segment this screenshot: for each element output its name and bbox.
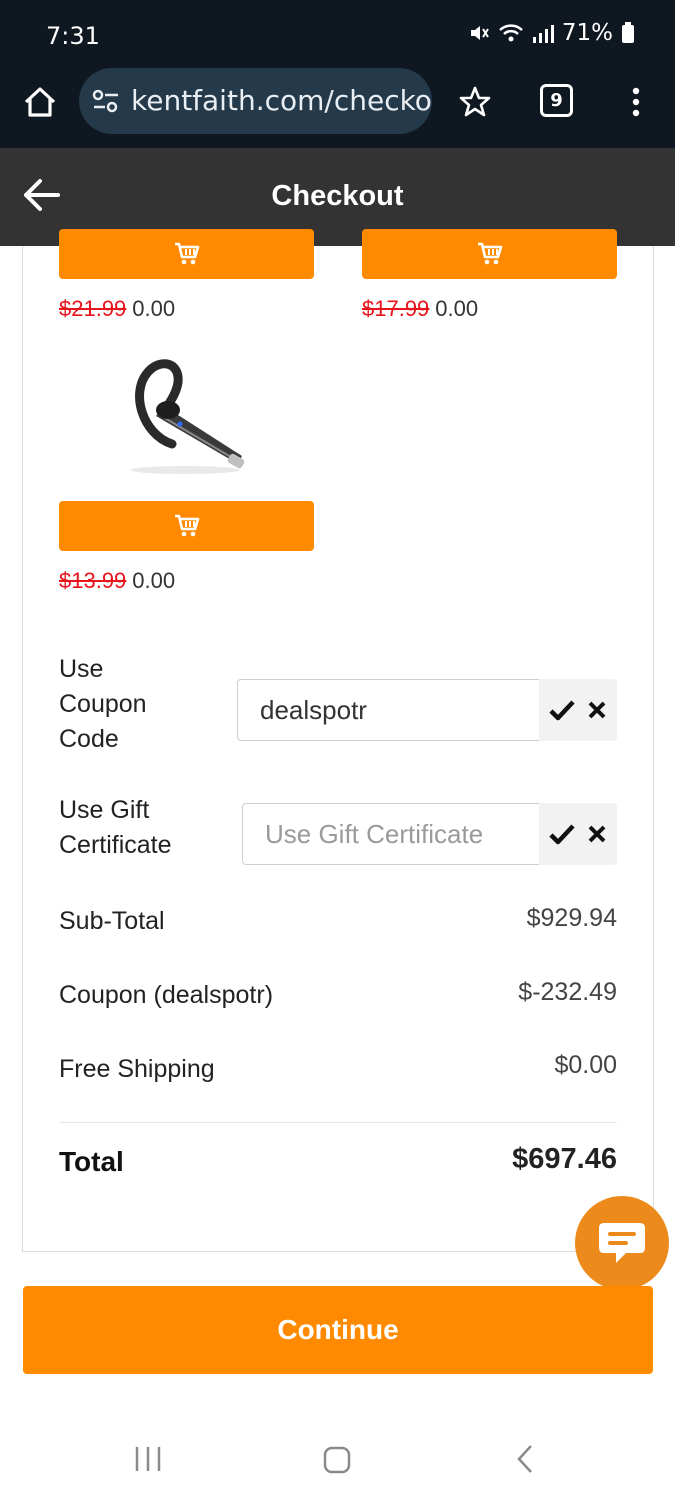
coupon-input-group: dealspotr bbox=[237, 679, 617, 741]
close-icon[interactable] bbox=[587, 824, 607, 844]
gift-certificate-label: Use Gift Certificate bbox=[59, 796, 172, 859]
shipping-label: Free Shipping bbox=[59, 1055, 215, 1083]
add-to-cart-button[interactable] bbox=[59, 229, 314, 279]
check-icon[interactable] bbox=[549, 699, 575, 721]
check-icon[interactable] bbox=[549, 823, 575, 845]
home-icon[interactable] bbox=[20, 82, 60, 122]
sale-price: 0.00 bbox=[435, 296, 479, 321]
browser-toolbar: kentfaith.com/checkout 9 bbox=[0, 68, 675, 148]
wifi-icon bbox=[499, 24, 523, 42]
subtotal-value: $929.94 bbox=[526, 904, 617, 932]
mute-icon bbox=[470, 26, 489, 40]
chat-button[interactable] bbox=[575, 1196, 669, 1290]
gift-certificate-input[interactable]: Use Gift Certificate bbox=[242, 803, 539, 865]
original-price: $21.99 bbox=[59, 296, 127, 321]
divider bbox=[59, 1122, 617, 1123]
original-price: $17.99 bbox=[362, 296, 430, 321]
cart-icon bbox=[477, 242, 502, 265]
continue-button[interactable]: Continue bbox=[23, 1286, 653, 1374]
tab-switcher-button[interactable]: 9 bbox=[540, 84, 573, 117]
gift-certificate-actions bbox=[539, 803, 617, 865]
battery-icon bbox=[622, 22, 634, 43]
sale-price: 0.00 bbox=[132, 296, 176, 321]
coupon-input[interactable]: dealspotr bbox=[237, 679, 539, 741]
product-price: $21.99 0.00 bbox=[59, 296, 175, 322]
back-nav-icon[interactable] bbox=[515, 1444, 535, 1474]
close-icon[interactable] bbox=[587, 700, 607, 720]
address-bar[interactable]: kentfaith.com/checkout bbox=[79, 68, 432, 134]
bookmark-star-icon[interactable] bbox=[458, 85, 492, 119]
battery-percent: 71% bbox=[561, 20, 613, 46]
url-text: kentfaith.com/checkout bbox=[131, 84, 432, 117]
coupon-actions bbox=[539, 679, 617, 741]
shipping-value: $0.00 bbox=[554, 1051, 617, 1079]
product-price: $13.99 0.00 bbox=[59, 568, 175, 594]
cart-icon bbox=[174, 514, 199, 537]
subtotal-label: Sub-Total bbox=[59, 907, 165, 935]
status-bar: 7:31 71% bbox=[0, 0, 675, 68]
add-to-cart-button[interactable] bbox=[59, 501, 314, 551]
sale-price: 0.00 bbox=[132, 568, 176, 593]
product-price: $17.99 0.00 bbox=[362, 296, 478, 322]
status-icons: 71% bbox=[468, 20, 635, 46]
more-vert-icon[interactable] bbox=[630, 86, 642, 118]
total-value: $697.46 bbox=[512, 1143, 617, 1175]
signal-icon bbox=[532, 25, 554, 43]
chat-icon bbox=[599, 1223, 645, 1263]
total-label: Total bbox=[59, 1146, 124, 1177]
cart-icon bbox=[174, 242, 199, 265]
status-time: 7:31 bbox=[46, 22, 100, 50]
add-to-cart-button[interactable] bbox=[362, 229, 617, 279]
home-nav-icon[interactable] bbox=[323, 1446, 351, 1474]
page-title: Checkout bbox=[271, 180, 404, 212]
coupon-discount-value: $-232.49 bbox=[518, 978, 617, 1006]
recent-apps-icon[interactable] bbox=[134, 1446, 162, 1472]
coupon-discount-label: Coupon (dealspotr) bbox=[59, 981, 274, 1009]
gift-certificate-input-group: Use Gift Certificate bbox=[242, 803, 617, 865]
coupon-label: Use Coupon Code bbox=[59, 655, 147, 753]
site-settings-icon[interactable] bbox=[91, 88, 121, 114]
headset-product-image[interactable] bbox=[120, 352, 255, 482]
original-price: $13.99 bbox=[59, 568, 127, 593]
system-nav-bar bbox=[0, 1410, 675, 1500]
